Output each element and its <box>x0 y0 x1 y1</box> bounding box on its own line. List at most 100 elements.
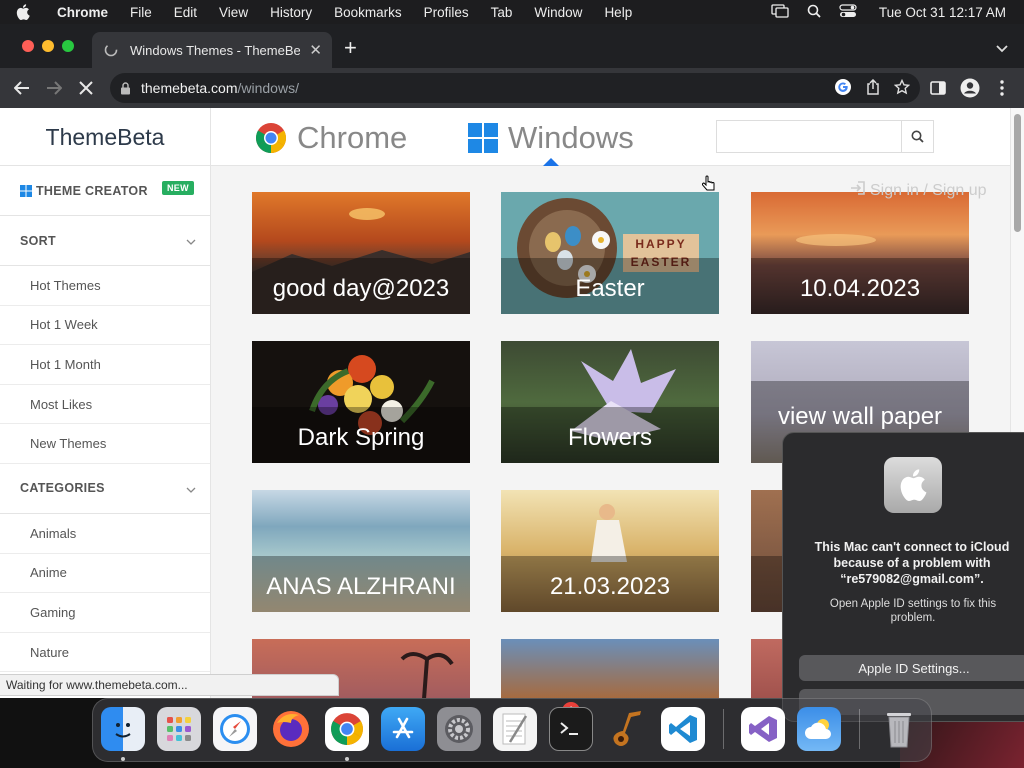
launchpad-icon[interactable] <box>157 707 201 751</box>
theme-card[interactable] <box>501 639 719 698</box>
chrome-icon[interactable] <box>325 707 369 751</box>
search-icon[interactable] <box>901 121 933 152</box>
active-nav-indicator <box>543 158 559 166</box>
apple-id-app-icon <box>884 457 942 513</box>
terminal-icon[interactable] <box>549 707 593 751</box>
finder-icon[interactable] <box>101 707 145 751</box>
stop-loading-icon[interactable] <box>76 78 96 98</box>
sidebar-item-most-likes[interactable]: Most Likes <box>0 385 210 425</box>
new-tab-button[interactable]: + <box>344 37 357 59</box>
apple-logo-icon[interactable] <box>16 4 38 20</box>
app-store-icon[interactable] <box>381 707 425 751</box>
google-lens-icon[interactable] <box>834 78 852 99</box>
url-path: /windows/ <box>237 80 299 96</box>
theme-card[interactable]: 10.04.2023 <box>751 192 969 314</box>
menu-tab[interactable]: Tab <box>491 5 513 20</box>
forward-arrow-icon[interactable] <box>44 78 64 98</box>
apple-id-settings-button[interactable]: Apple ID Settings... <box>799 655 1024 681</box>
theme-card[interactable]: good day@2023 <box>252 192 470 314</box>
search-input[interactable] <box>717 121 901 152</box>
tab-search-chevron-icon[interactable] <box>996 40 1008 58</box>
theme-title: ANAS ALZHRANI <box>266 573 456 600</box>
theme-card[interactable]: 21.03.2023 <box>501 490 719 612</box>
menu-history[interactable]: History <box>270 5 312 20</box>
firefox-icon[interactable] <box>269 707 313 751</box>
dock: 1 <box>92 698 932 762</box>
sidebar-item-hot-themes[interactable]: Hot Themes <box>0 266 210 306</box>
url-host: themebeta.com <box>141 80 238 96</box>
theme-card[interactable]: ANAS ALZHRANI <box>252 490 470 612</box>
address-bar[interactable]: themebeta.com/windows/ <box>110 73 920 103</box>
visual-studio-icon[interactable] <box>741 707 785 751</box>
minimize-window-button[interactable] <box>42 40 54 52</box>
menu-bookmarks[interactable]: Bookmarks <box>334 5 402 20</box>
trash-icon[interactable] <box>877 707 921 751</box>
menu-view[interactable]: View <box>219 5 248 20</box>
running-indicator <box>345 757 349 761</box>
theme-title: good day@2023 <box>272 275 450 302</box>
theme-card[interactable]: HAPPY EASTER Easter <box>501 192 719 314</box>
dock-separator <box>723 709 724 749</box>
menu-file[interactable]: File <box>130 5 152 20</box>
chevron-down-icon <box>186 234 196 248</box>
screen-mirroring-icon[interactable] <box>771 3 789 21</box>
sign-in-icon <box>850 181 866 200</box>
sidebar-item-hot-1-week[interactable]: Hot 1 Week <box>0 306 210 346</box>
system-settings-icon[interactable] <box>437 707 481 751</box>
maximize-window-button[interactable] <box>62 40 74 52</box>
back-arrow-icon[interactable] <box>12 78 32 98</box>
sidebar-item-nature[interactable]: Nature <box>0 633 210 673</box>
menu-profiles[interactable]: Profiles <box>424 5 469 20</box>
weather-icon[interactable] <box>797 707 841 751</box>
control-center-icon[interactable] <box>839 3 857 21</box>
close-window-button[interactable] <box>22 40 34 52</box>
share-icon[interactable] <box>866 78 880 98</box>
browser-tab[interactable]: Windows Themes - ThemeBeta ✕ <box>92 32 332 68</box>
sidebar-item-hot-1-month[interactable]: Hot 1 Month <box>0 345 210 385</box>
theme-card[interactable]: Dark Spring <box>252 341 470 463</box>
theme-title: Dark Spring <box>297 424 425 451</box>
site-logo[interactable]: ThemeBeta <box>0 108 211 166</box>
active-app-name[interactable]: Chrome <box>57 5 108 20</box>
sidebar-item-animals[interactable]: Animals <box>0 514 210 554</box>
nav-windows[interactable]: Windows <box>468 118 634 158</box>
sign-in-link[interactable]: Sign in / Sign up <box>850 181 987 200</box>
status-bar: Waiting for www.themebeta.com... <box>0 674 339 696</box>
sidebar-item-gaming[interactable]: Gaming <box>0 593 210 633</box>
clock[interactable]: Tue Oct 31 12:17 AM <box>879 5 1006 20</box>
menu-window[interactable]: Window <box>534 5 582 20</box>
nav-chrome[interactable]: Chrome <box>255 118 407 158</box>
safari-icon[interactable] <box>213 707 257 751</box>
theme-title: Easter <box>575 275 645 302</box>
site-search <box>716 120 934 153</box>
close-tab-icon[interactable]: ✕ <box>309 41 322 59</box>
sidebar-item-new-themes[interactable]: New Themes <box>0 424 210 464</box>
categories-heading[interactable]: CATEGORIES <box>0 464 210 514</box>
vscode-icon[interactable] <box>661 707 705 751</box>
sort-heading[interactable]: SORT <box>0 216 210 266</box>
nav-chrome-label: Chrome <box>297 120 408 155</box>
menu-help[interactable]: Help <box>604 5 632 20</box>
profile-avatar-icon[interactable] <box>960 78 980 98</box>
garageband-icon[interactable] <box>605 707 649 751</box>
theme-title: view wall paper <box>777 403 943 430</box>
bookmark-star-icon[interactable] <box>893 78 911 98</box>
spotlight-search-icon[interactable] <box>807 4 821 21</box>
side-panel-icon[interactable] <box>928 78 948 98</box>
site-header: ThemeBeta Chrome Windows <box>0 108 1010 166</box>
theme-card[interactable]: Flowers <box>501 341 719 463</box>
textedit-icon[interactable] <box>493 707 537 751</box>
icloud-notification: This Mac can't connect to iCloud because… <box>782 432 1024 722</box>
theme-creator-link[interactable]: THEME CREATOR NEW <box>0 166 210 216</box>
hand-cursor-icon <box>701 175 716 198</box>
lock-icon[interactable] <box>120 81 131 95</box>
windows-small-icon <box>20 184 32 197</box>
tab-title: Windows Themes - ThemeBeta <box>130 42 300 58</box>
sidebar-item-anime[interactable]: Anime <box>0 554 210 594</box>
chrome-menu-icon[interactable] <box>992 78 1012 98</box>
sign-in-label: Sign in / Sign up <box>870 181 987 199</box>
theme-title: 21.03.2023 <box>549 573 671 600</box>
menu-edit[interactable]: Edit <box>174 5 197 20</box>
scrollbar-thumb[interactable] <box>1014 114 1021 232</box>
menu-bar: Chrome File Edit View History Bookmarks … <box>0 0 1024 24</box>
